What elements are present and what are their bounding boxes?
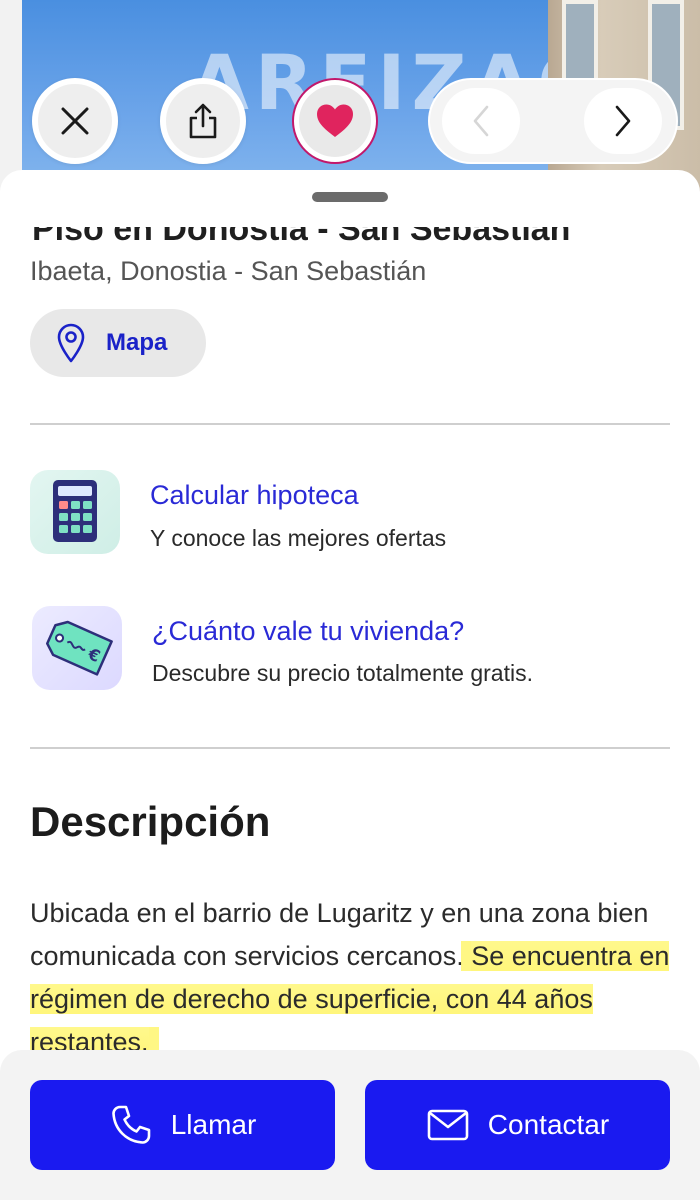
listing-detail-sheet: Piso en Donostia - San Sebastián Ibaeta,… — [0, 170, 700, 1200]
chevron-right-icon — [615, 105, 631, 137]
call-button[interactable]: Llamar — [30, 1080, 335, 1170]
promo-subtitle: Descubre su precio totalmente gratis. — [152, 660, 533, 686]
price-tag-icon: € — [32, 606, 122, 690]
divider — [30, 747, 670, 749]
previous-photo-button[interactable] — [442, 88, 520, 154]
share-icon — [189, 103, 217, 139]
call-button-label: Llamar — [170, 1109, 257, 1140]
contact-button[interactable]: Contactar — [365, 1080, 670, 1170]
next-photo-button[interactable] — [584, 88, 662, 154]
mail-icon — [427, 1109, 469, 1141]
favorite-button[interactable] — [292, 78, 378, 164]
heart-icon — [317, 104, 353, 137]
map-button[interactable]: Mapa — [30, 309, 206, 377]
listing-location: Ibaeta, Donostia - San Sebastián — [30, 256, 427, 286]
sheet-drag-handle[interactable] — [312, 192, 388, 202]
description-heading: Descripción — [30, 798, 271, 845]
contact-button-label: Contactar — [487, 1109, 610, 1140]
contact-action-bar: Llamar Contactar — [0, 1050, 700, 1200]
phone-icon — [111, 1105, 151, 1144]
close-icon — [61, 107, 89, 135]
promo-title[interactable]: Calcular hipoteca — [150, 480, 359, 511]
photo-navigation — [428, 78, 678, 164]
promo-title[interactable]: ¿Cuánto vale tu vivienda? — [152, 616, 464, 647]
close-button[interactable] — [32, 78, 118, 164]
listing-title: Piso en Donostia - San Sebastián — [32, 210, 571, 248]
share-button[interactable] — [160, 78, 246, 164]
description-text: Ubicada en el barrio de Lugaritz y en un… — [30, 892, 675, 1064]
chevron-left-icon — [473, 105, 489, 137]
divider — [30, 423, 670, 425]
map-button-label: Mapa — [106, 329, 168, 356]
promo-subtitle: Y conoce las mejores ofertas — [150, 525, 447, 551]
calculator-icon — [30, 470, 120, 554]
map-pin-icon — [57, 323, 85, 363]
